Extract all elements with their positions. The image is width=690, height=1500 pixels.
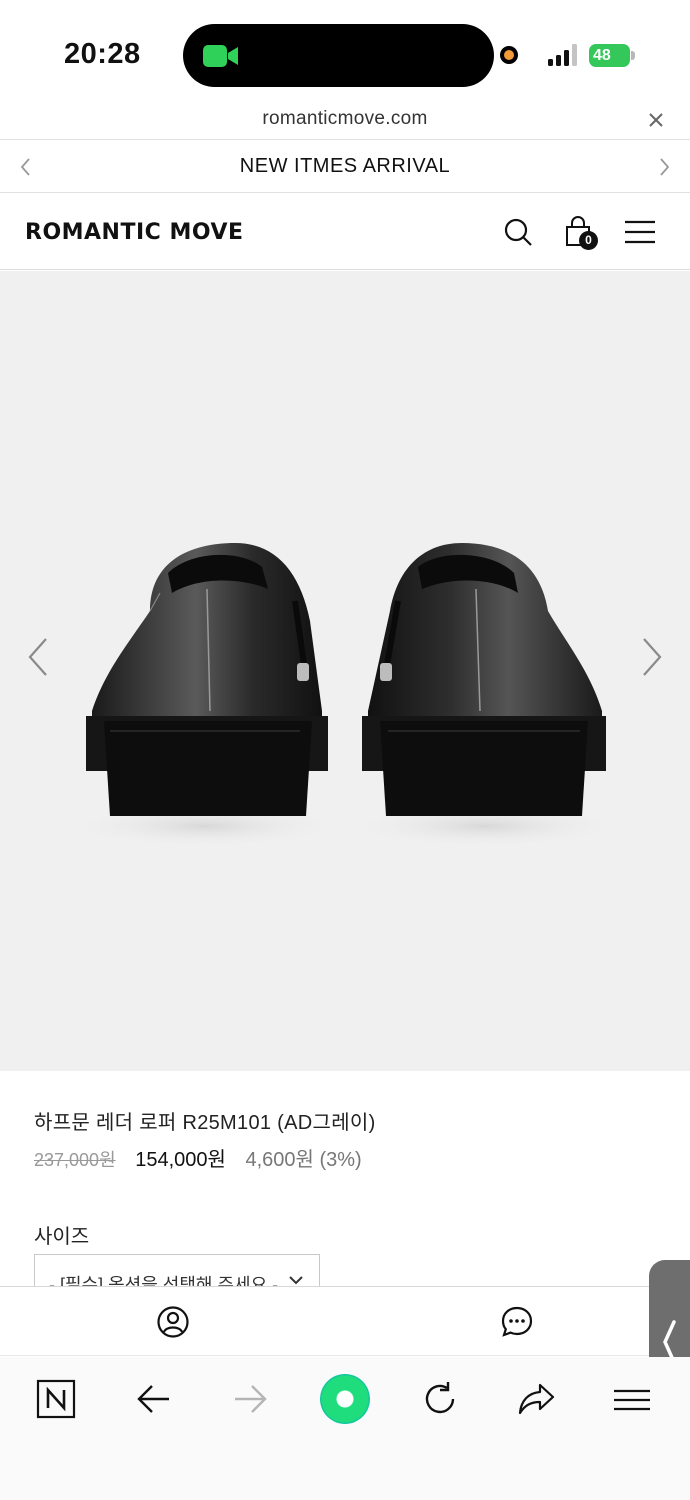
battery-icon: 48 [589,44,635,67]
facetime-video-icon [203,45,238,67]
status-time: 20:28 [64,38,141,70]
size-option-label: 사이즈 [34,1226,90,1248]
battery-tip [631,51,635,60]
back-arrow-icon[interactable] [134,1379,174,1419]
reload-icon[interactable] [420,1379,460,1419]
site-action-bar [0,1286,690,1356]
menu-icon[interactable] [622,214,658,250]
sale-price: 154,000원 [135,1149,226,1171]
signal-icon [548,44,577,66]
site-logo[interactable]: ROMANTIC MOVE [25,220,244,245]
price-row: 237,000원 154,000원 4,600원 (3%) [34,1143,362,1172]
menu-icon[interactable] [612,1379,652,1419]
loafer-shoes-image [65,543,625,848]
chevron-right-icon[interactable] [636,635,666,679]
dynamic-island [183,24,494,87]
product-title: 하프문 레더 로퍼 R25M101 (AD그레이) [34,1112,376,1134]
url-text[interactable]: romanticmove.com [0,108,690,130]
announcement-bar: NEW ITMES ARRIVAL [0,141,690,193]
user-icon[interactable] [156,1305,190,1339]
announcement-text[interactable]: NEW ITMES ARRIVAL [0,155,690,178]
chat-icon[interactable] [500,1305,534,1339]
search-icon[interactable] [500,214,536,250]
product-image[interactable] [0,271,690,1071]
chevron-down-icon [289,1276,303,1285]
share-icon[interactable] [516,1379,556,1419]
close-icon[interactable] [646,110,666,130]
browser-toolbar [0,1357,690,1500]
reward-points: 4,600원 (3%) [245,1149,362,1171]
original-price: 237,000원 [34,1150,116,1170]
address-bar[interactable]: romanticmove.com [0,104,690,140]
battery-level: 48 [589,44,630,67]
home-orb-icon[interactable] [320,1374,370,1424]
chevron-right-icon[interactable] [654,156,674,178]
cart-count-badge: 0 [579,231,598,250]
status-bar: 20:28 48 [0,0,690,104]
chevron-left-icon[interactable] [24,635,54,679]
recording-dot-icon [500,46,518,64]
forward-arrow-icon[interactable] [230,1379,270,1419]
naver-n-icon[interactable] [36,1379,76,1419]
